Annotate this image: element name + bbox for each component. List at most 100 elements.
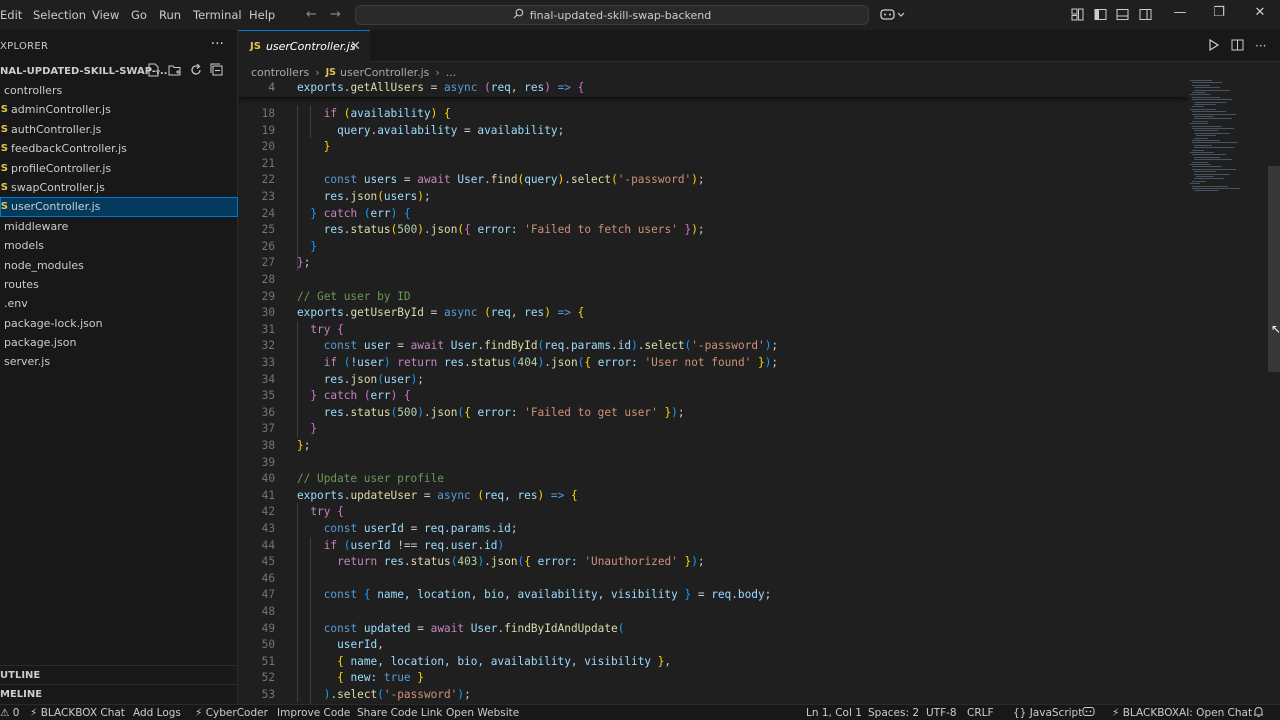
menu-view[interactable]: View	[92, 0, 119, 30]
menu-selection[interactable]: Selection	[33, 0, 86, 30]
forward-arrow-icon[interactable]: →	[330, 7, 341, 22]
tree-item[interactable]: middleware	[0, 217, 238, 236]
collapse-all-icon[interactable]	[210, 63, 224, 77]
tree-item[interactable]: JSprofileController.js	[0, 159, 238, 178]
line-content: const users = await User.find(query).sel…	[323, 173, 705, 187]
tree-item[interactable]: JSadminController.js	[0, 100, 238, 119]
tree-item-label: middleware	[4, 219, 69, 233]
tree-item[interactable]: JSuserController.js	[0, 197, 238, 217]
tree-item[interactable]: JSfeedbackController.js	[0, 139, 238, 158]
restore-icon[interactable]: ❐	[1209, 5, 1229, 20]
command-center[interactable]: final-updated-skill-swap-backend	[355, 5, 869, 25]
status-item-right[interactable]: CRLF	[967, 706, 994, 720]
menu-run[interactable]: Run	[159, 0, 181, 30]
line-number: 46	[261, 571, 275, 585]
status-item-right[interactable]: ⚡ BLACKBOXAI: Open Chat	[1112, 706, 1252, 720]
status-item-left[interactable]: Open Website	[446, 706, 519, 720]
copilot-status-icon[interactable]	[1082, 706, 1095, 720]
toggle-secondary-sidebar-icon[interactable]	[1139, 8, 1152, 21]
new-file-icon[interactable]	[147, 63, 161, 77]
refresh-icon[interactable]	[189, 63, 203, 77]
back-arrow-icon[interactable]: ←	[306, 7, 317, 22]
status-item-left[interactable]: ⚠ 0	[0, 706, 19, 720]
explorer-title: XPLORER	[0, 40, 49, 52]
breadcrumb-file[interactable]: userController.js	[340, 66, 429, 79]
status-item-left[interactable]: ⚡ CyberCoder	[195, 706, 268, 720]
menu-terminal[interactable]: Terminal	[193, 0, 242, 30]
status-item-left[interactable]: Share Code Link	[357, 706, 442, 720]
tree-item[interactable]: models	[0, 236, 238, 255]
close-window-icon[interactable]: ✕	[1250, 5, 1270, 20]
minimap-line	[1192, 188, 1240, 189]
minimap-line	[1196, 176, 1214, 177]
menu-go[interactable]: Go	[131, 0, 147, 30]
tree-item[interactable]: server.js	[0, 352, 238, 371]
line-number: 39	[261, 455, 275, 469]
line-number: 28	[261, 273, 275, 286]
tree-item[interactable]: controllers	[0, 81, 238, 100]
more-actions-icon[interactable]: ···	[211, 36, 224, 52]
tree-item[interactable]: routes	[0, 275, 238, 294]
copilot-icon[interactable]	[880, 8, 906, 21]
code-line: 26}	[238, 239, 1188, 256]
minimap[interactable]	[1188, 80, 1268, 210]
status-item-left[interactable]: Add Logs	[133, 706, 181, 720]
code-editor[interactable]: 18 if (availability) {19 query.availabilit…	[238, 80, 1188, 704]
line-content: exports.getAllUsers = async (req, res) =…	[297, 81, 585, 94]
chevron-right-icon: ›	[435, 65, 440, 79]
minimap-line	[1192, 154, 1226, 156]
toggle-primary-sidebar-icon[interactable]	[1094, 8, 1107, 21]
tree-item[interactable]: .env	[0, 294, 238, 313]
split-editor-icon[interactable]	[1231, 39, 1244, 54]
status-item-left[interactable]: ⚡ BLACKBOX Chat	[30, 706, 125, 720]
code-line: 49 const updated = await User.findByIdAnd…	[238, 621, 1188, 638]
minimap-line	[1194, 173, 1230, 175]
menu-edit[interactable]: Edit	[0, 0, 22, 30]
line-number: 36	[261, 405, 275, 419]
code-line: 25 res.status(500).json({ error: 'Failed …	[238, 222, 1188, 239]
breadcrumb-symbol[interactable]: ...	[446, 66, 457, 79]
line-content: { new: true }	[337, 671, 424, 685]
code-line: 23 res.json(users);	[238, 189, 1188, 206]
scrollbar-thumb[interactable]	[1268, 166, 1280, 372]
tree-item[interactable]: node_modules	[0, 256, 238, 275]
tree-item[interactable]: JSswapController.js	[0, 178, 238, 197]
breadcrumb-folder[interactable]: controllers	[251, 66, 309, 79]
tree-item[interactable]: package-lock.json	[0, 314, 238, 333]
toggle-panel-icon[interactable]	[1116, 8, 1129, 21]
code-line: 42 try {	[238, 504, 1188, 521]
new-folder-icon[interactable]	[168, 63, 182, 77]
minimap-line	[1192, 185, 1228, 187]
notifications-bell-icon[interactable]	[1253, 706, 1264, 720]
tab-usercontroller[interactable]: JS userController.js ✕	[238, 30, 370, 62]
status-item-right[interactable]: Spaces: 2	[868, 706, 919, 720]
outline-section[interactable]: UTLINE	[0, 665, 238, 684]
status-item-left[interactable]: Improve Code	[277, 706, 350, 720]
code-line: 41 exports.updateUser = async (req, res) …	[238, 488, 1188, 505]
line-content: res.status(500).json({ error: 'Failed to…	[323, 405, 685, 419]
vertical-scrollbar[interactable]	[1268, 62, 1280, 704]
minimize-icon[interactable]: —	[1170, 5, 1190, 20]
editor-more-icon[interactable]: ···	[1255, 39, 1266, 53]
timeline-section[interactable]: MELINE	[0, 684, 238, 703]
js-file-icon: JS	[0, 201, 8, 213]
status-item-right[interactable]: Ln 1, Col 1	[806, 706, 862, 720]
tree-item-label: routes	[4, 277, 39, 291]
status-item-right[interactable]: UTF-8	[926, 706, 957, 720]
run-icon[interactable]	[1208, 38, 1220, 54]
minimap-line	[1194, 87, 1220, 89]
line-content: }	[323, 140, 331, 154]
tree-item[interactable]: JSauthController.js	[0, 120, 238, 139]
line-number: 22	[261, 173, 275, 187]
project-folder-row[interactable]: NAL-UPDATED-SKILL-SWAP-...	[0, 62, 238, 80]
code-line: 35} catch (err) {	[238, 388, 1188, 405]
js-file-icon: JS	[325, 66, 337, 78]
menu-help[interactable]: Help	[249, 0, 275, 30]
status-item-right[interactable]: {} JavaScript	[1013, 706, 1082, 720]
close-tab-icon[interactable]: ✕	[350, 39, 361, 54]
minimap-line	[1194, 190, 1218, 192]
customize-layout-icon[interactable]	[1071, 8, 1084, 21]
tree-item[interactable]: package.json	[0, 333, 238, 352]
tree-item-label: node_modules	[4, 258, 84, 272]
file-tree: controllersJSadminController.jsJSauthCon…	[0, 81, 238, 372]
